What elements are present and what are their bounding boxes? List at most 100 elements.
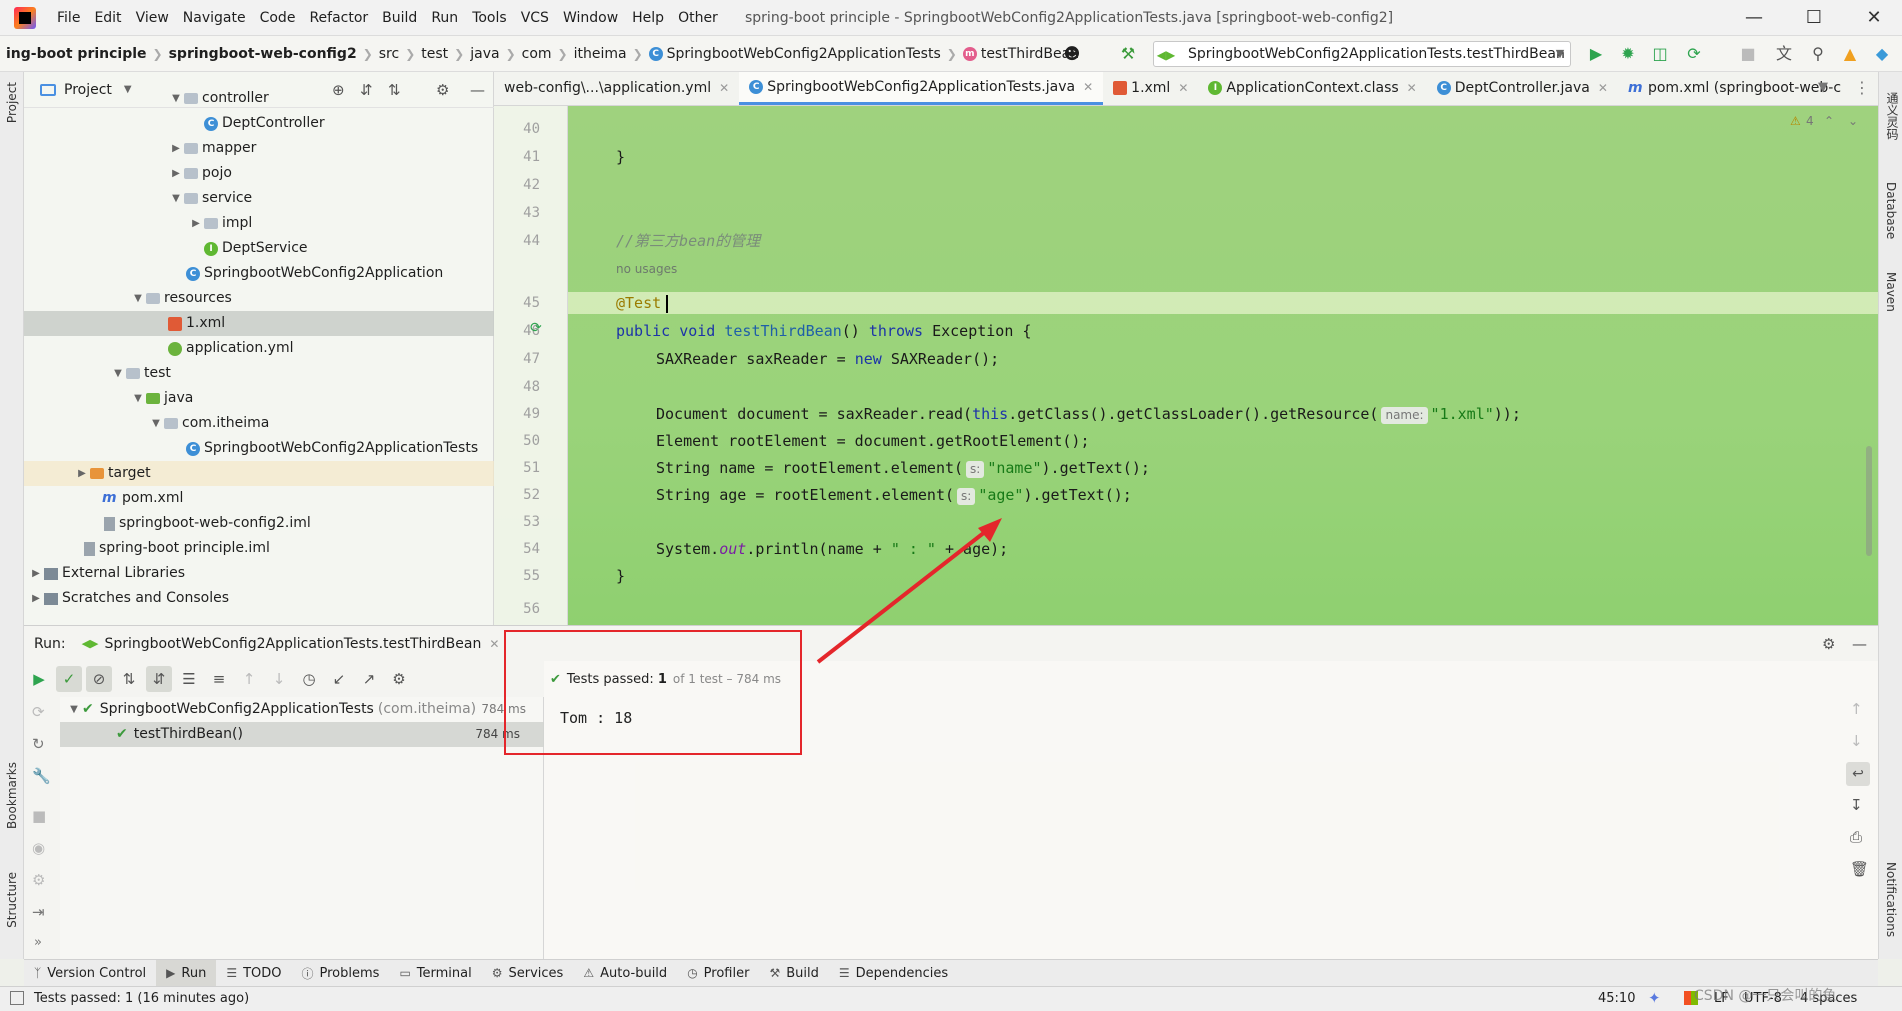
more-icon[interactable]: » [34, 935, 42, 950]
notifications-tool-button[interactable]: Notifications [1884, 862, 1898, 937]
menu-other[interactable]: Other [671, 0, 725, 36]
tab-1-xml[interactable]: 1.xml ✕ [1103, 72, 1198, 105]
tree-item-java[interactable]: ▼ java [130, 386, 193, 411]
chevron-right-icon[interactable]: ▶ [74, 461, 90, 486]
exit-icon[interactable]: ⇥ [32, 903, 45, 921]
profile-icon[interactable]: ⟳ [1684, 44, 1704, 64]
tree-item-deptcontroller[interactable]: C DeptController [204, 111, 325, 136]
tab-run[interactable]: ▶ Run [156, 959, 217, 987]
close-icon[interactable]: ✕ [719, 72, 729, 105]
menu-refactor[interactable]: Refactor [302, 0, 375, 36]
menu-help[interactable]: Help [625, 0, 671, 36]
tongyi-tool-button[interactable]: 通义灵码 [1884, 92, 1901, 140]
expand-all-icon[interactable]: ⇵ [360, 81, 373, 99]
tree-item-scratches[interactable]: ▶ Scratches and Consoles [28, 586, 229, 611]
coverage-icon[interactable]: ◫ [1650, 44, 1670, 64]
tree-item-impl[interactable]: ▶ impl [188, 211, 252, 236]
menu-vcs[interactable]: VCS [514, 0, 556, 36]
maximize-icon[interactable]: ☐ [1786, 0, 1842, 36]
tab-build[interactable]: ⚒ Build [759, 960, 828, 987]
stop-icon[interactable]: ■ [32, 807, 46, 825]
tool-windows-icon[interactable] [10, 991, 24, 1005]
caret-position[interactable]: 45:10 [1598, 991, 1635, 1006]
tree-item-resources[interactable]: ▼ resources [130, 286, 232, 311]
settings-icon[interactable]: ⚙ [32, 871, 45, 889]
menu-edit[interactable]: Edit [87, 0, 128, 36]
rerun-failed-icon[interactable]: ⟳ [32, 703, 45, 721]
debug-icon[interactable]: ✹ [1618, 44, 1638, 64]
chevron-down-icon[interactable]: ▼ [130, 286, 146, 311]
tree-item-target[interactable]: ▶ target [24, 461, 494, 486]
wrench-icon[interactable]: 🔧 [32, 767, 51, 785]
trash-icon[interactable]: 🗑 [1850, 860, 1869, 878]
breadcrumb-test[interactable]: test [415, 46, 454, 62]
tab-version-control[interactable]: ᛉ Version Control [24, 960, 156, 987]
chevron-down-icon[interactable]: ▼ [168, 86, 184, 111]
tree-item-mapper[interactable]: ▶ mapper [168, 136, 256, 161]
structure-tool-button[interactable]: Structure [5, 872, 19, 928]
close-icon[interactable]: ✕ [489, 637, 499, 651]
intellij-logo-icon[interactable] [14, 6, 36, 29]
close-icon[interactable]: ✕ [1598, 72, 1608, 105]
tree-item-application-yml[interactable]: application.yml [168, 336, 294, 361]
run-test-gutter-icon[interactable]: ⟳ [530, 320, 542, 336]
tab-todo[interactable]: ☰ TODO [216, 960, 291, 987]
close-icon[interactable]: ✕ [1846, 0, 1902, 36]
tree-item-service[interactable]: ▼ service [168, 186, 252, 211]
gear-icon[interactable]: ⚙ [1822, 635, 1835, 653]
print-icon[interactable]: ⎙ [1850, 828, 1862, 846]
minimize-icon[interactable]: — [1726, 0, 1782, 36]
chevron-right-icon[interactable]: ▶ [28, 561, 44, 586]
test-case-row[interactable]: ✔ testThirdBean() 784 ms [60, 722, 544, 747]
chevron-down-icon[interactable]: ▼ [110, 361, 126, 386]
stop-icon[interactable]: ■ [1738, 44, 1758, 64]
tab-dependencies[interactable]: ☰ Dependencies [829, 960, 958, 987]
tree-item-module-iml[interactable]: springboot-web-config2.iml [104, 511, 311, 536]
tree-item-application-class[interactable]: C SpringbootWebConfig2Application [186, 261, 443, 286]
collapse-all-icon[interactable]: ≡ [206, 666, 232, 692]
history-icon[interactable]: ◷ [296, 666, 322, 692]
breadcrumb-module[interactable]: springboot-web-config2 [163, 46, 363, 62]
plugin-icon[interactable]: ◆ [1872, 44, 1892, 64]
tree-item-external-libraries[interactable]: ▶ External Libraries [28, 561, 185, 586]
breadcrumb-class[interactable]: C SpringbootWebConfig2ApplicationTests [643, 46, 947, 62]
hide-panel-icon[interactable]: — [1852, 635, 1867, 653]
tab-problems[interactable]: ⓘ Problems [292, 960, 390, 987]
chevron-right-icon[interactable]: ▶ [188, 211, 204, 236]
chevron-down-icon[interactable]: ▼ [148, 411, 164, 436]
translate-icon[interactable]: 文 [1774, 44, 1794, 64]
menu-file[interactable]: File [50, 0, 87, 36]
arrow-down-icon[interactable]: ↓ [1850, 732, 1863, 750]
code-editor[interactable]: 40 41 42 43 44 45 46 47 48 49 50 51 52 5… [494, 106, 1878, 625]
arrow-up-icon[interactable]: ↑ [236, 666, 262, 692]
tree-item-com-itheima[interactable]: ▼ com.itheima [148, 411, 269, 436]
hide-panel-icon[interactable]: — [470, 81, 485, 99]
chevron-down-icon[interactable]: ▼ [130, 386, 146, 411]
menu-code[interactable]: Code [253, 0, 303, 36]
tree-item-1-xml[interactable]: 1.xml [24, 311, 494, 336]
locate-icon[interactable]: ⊕ [332, 81, 345, 99]
camera-icon[interactable]: ◉ [32, 839, 45, 857]
show-passed-icon[interactable]: ✓ [56, 666, 82, 692]
chevron-right-icon[interactable]: ▶ [168, 136, 184, 161]
chevron-down-icon[interactable]: ⌄ [1848, 114, 1858, 128]
soft-wrap-icon[interactable]: ↩ [1846, 762, 1870, 786]
test-suite-row[interactable]: ▼ ✔ SpringbootWebConfig2ApplicationTests… [66, 697, 544, 722]
tab-deptcontroller-java[interactable]: C DeptController.java ✕ [1427, 72, 1618, 105]
rerun-icon[interactable]: ▶ [26, 666, 52, 692]
arrow-up-icon[interactable]: ↑ [1850, 700, 1863, 718]
run-icon[interactable]: ▶ [1586, 44, 1606, 64]
chevron-down-icon[interactable]: ▼ [124, 84, 132, 95]
gear-icon[interactable]: ⚙ [436, 81, 449, 99]
search-icon[interactable]: ⚲ [1808, 44, 1828, 64]
scroll-to-end-icon[interactable]: ↧ [1850, 796, 1863, 814]
close-icon[interactable]: ✕ [1083, 72, 1093, 104]
tree-item-deptservice[interactable]: I DeptService [204, 236, 308, 261]
tree-item-project-iml[interactable]: spring-boot principle.iml [84, 536, 270, 561]
sort-by-duration-icon[interactable]: ⇵ [146, 666, 172, 692]
chevron-right-icon[interactable]: ▶ [168, 161, 184, 186]
collapse-all-icon[interactable]: ⇅ [388, 81, 401, 99]
more-options-icon[interactable]: ⋮ [1854, 78, 1870, 97]
database-tool-button[interactable]: Database [1884, 182, 1898, 239]
warning-icon[interactable]: ⚠ [1790, 114, 1801, 128]
